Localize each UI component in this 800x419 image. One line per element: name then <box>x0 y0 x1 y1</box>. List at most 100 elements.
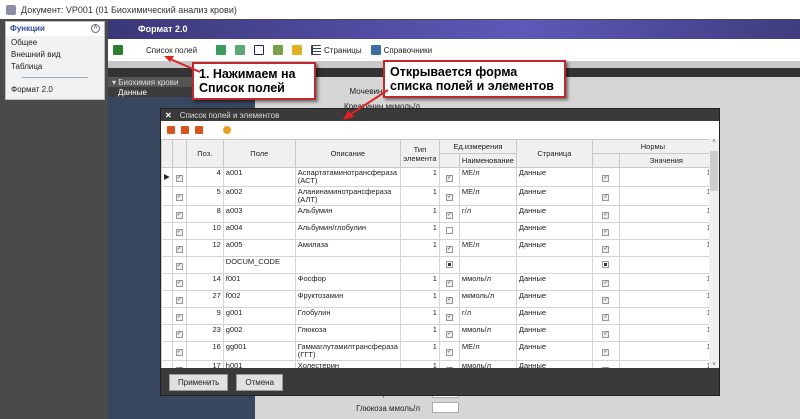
cell-field[interactable]: gg001 <box>223 342 295 361</box>
apply-button[interactable]: Применить <box>169 374 228 391</box>
cell-unit[interactable]: МЕ/л <box>459 168 516 187</box>
save-icon[interactable] <box>113 45 123 55</box>
table-row[interactable]: ✓ DOCUM_CODE <box>162 257 714 274</box>
cell-page[interactable]: Данные <box>516 342 592 361</box>
col-desc[interactable]: Описание <box>295 140 400 168</box>
scroll-thumb[interactable] <box>710 151 718 191</box>
row-checkbox[interactable]: ✓ <box>172 308 186 325</box>
cell-norm[interactable]: 1 <box>619 291 713 308</box>
unit-checkbox[interactable]: ✓ <box>439 274 459 291</box>
cell-field[interactable]: DOCUM_CODE <box>223 257 295 274</box>
norm-checkbox[interactable]: ✓ <box>592 274 619 291</box>
row-checkbox[interactable]: ✓ <box>172 274 186 291</box>
col-norm-values[interactable]: Значения <box>619 154 713 168</box>
cell-desc[interactable]: Альбумин/глобулин <box>295 223 400 240</box>
cell-desc[interactable]: Фруктозамин <box>295 291 400 308</box>
cell-page[interactable]: Данные <box>516 168 592 187</box>
field-list-button[interactable]: Список полей <box>146 46 197 55</box>
cell-page[interactable]: Данные <box>516 223 592 240</box>
cell-type[interactable]: 1 <box>400 308 439 325</box>
col-unit-name[interactable]: Наименование <box>459 154 516 168</box>
menu-item-table[interactable]: Таблица <box>6 60 104 72</box>
grid-icon[interactable] <box>273 45 283 55</box>
unit-checkbox[interactable]: ✓ <box>439 291 459 308</box>
unit-checkbox[interactable]: ✓ <box>439 342 459 361</box>
functions-header[interactable]: Функции˄ <box>6 22 104 36</box>
cell-unit[interactable]: мкмоль/л <box>459 291 516 308</box>
row-checkbox[interactable]: ✓ <box>172 342 186 361</box>
unit-checkbox[interactable] <box>439 223 459 240</box>
cell-pos[interactable]: 14 <box>186 274 223 291</box>
cell-pos[interactable]: 27 <box>186 291 223 308</box>
cell-type[interactable]: 1 <box>400 206 439 223</box>
cell-page[interactable]: Данные <box>516 361 592 369</box>
cell-page[interactable] <box>516 257 592 274</box>
cell-field[interactable]: a001 <box>223 168 295 187</box>
cell-pos[interactable]: 17 <box>186 361 223 369</box>
norm-checkbox[interactable]: ✓ <box>592 308 619 325</box>
row-checkbox[interactable]: ✓ <box>172 187 186 206</box>
cell-pos[interactable]: 23 <box>186 325 223 342</box>
cell-field[interactable]: f001 <box>223 274 295 291</box>
row-checkbox[interactable]: ✓ <box>172 361 186 369</box>
cell-type[interactable]: 1 <box>400 361 439 369</box>
col-type[interactable]: Тип элемента <box>400 140 439 168</box>
cell-norm[interactable]: 1 <box>619 240 713 257</box>
row-checkbox[interactable]: ✓ <box>172 240 186 257</box>
unit-checkbox[interactable]: ✓ <box>439 240 459 257</box>
cell-unit[interactable]: г/л <box>459 308 516 325</box>
unit-checkbox[interactable]: ✓ <box>439 308 459 325</box>
unit-checkbox[interactable]: ✓ <box>439 168 459 187</box>
cell-unit[interactable]: МЕ/л <box>459 240 516 257</box>
cell-norm[interactable]: 1 <box>619 325 713 342</box>
cell-type[interactable]: 1 <box>400 325 439 342</box>
delete-icon[interactable] <box>195 126 203 134</box>
table-row[interactable]: ✓ 27 f002 Фруктозамин 1 ✓ мкмоль/л Данны… <box>162 291 714 308</box>
cell-desc[interactable]: Глобулин <box>295 308 400 325</box>
cell-page[interactable]: Данные <box>516 325 592 342</box>
cell-unit[interactable]: МЕ/л <box>459 187 516 206</box>
row-checkbox[interactable]: ✓ <box>172 257 186 274</box>
table-row[interactable]: ▶ ✓ 4 a001 Аспартатаминотрансфераза (АСТ… <box>162 168 714 187</box>
cell-type[interactable]: 1 <box>400 342 439 361</box>
cell-pos[interactable] <box>186 257 223 274</box>
form-input[interactable] <box>432 402 459 413</box>
norm-checkbox[interactable]: ✓ <box>592 168 619 187</box>
cell-pos[interactable]: 5 <box>186 187 223 206</box>
cell-pos[interactable]: 4 <box>186 168 223 187</box>
menu-item-general[interactable]: Общее <box>6 36 104 48</box>
menu-item-format[interactable]: Формат 2.0 <box>6 83 104 95</box>
cell-page[interactable]: Данные <box>516 291 592 308</box>
cell-norm[interactable] <box>619 257 713 274</box>
table-row[interactable]: ✓ 17 h001 Холестерин 1 ✓ ммоль/л Данные … <box>162 361 714 369</box>
cell-desc[interactable] <box>295 257 400 274</box>
unit-checkbox[interactable] <box>439 257 459 274</box>
row-checkbox[interactable]: ✓ <box>172 325 186 342</box>
cell-field[interactable]: a002 <box>223 187 295 206</box>
cell-norm[interactable]: 1 <box>619 187 713 206</box>
cell-desc[interactable]: Альбумин <box>295 206 400 223</box>
norm-checkbox[interactable]: ✓ <box>592 291 619 308</box>
cell-unit[interactable] <box>459 223 516 240</box>
norm-checkbox[interactable]: ✓ <box>592 240 619 257</box>
table-row[interactable]: ✓ 9 g001 Глобулин 1 ✓ г/л Данные ✓ 1 <box>162 308 714 325</box>
cell-desc[interactable]: Амилаза <box>295 240 400 257</box>
cell-norm[interactable]: 1 <box>619 223 713 240</box>
norm-checkbox[interactable]: ✓ <box>592 361 619 369</box>
table-row[interactable]: ✓ 12 a005 Амилаза 1 ✓ МЕ/л Данные ✓ 1 <box>162 240 714 257</box>
cell-field[interactable]: h001 <box>223 361 295 369</box>
cell-type[interactable]: 1 <box>400 240 439 257</box>
cell-page[interactable]: Данные <box>516 240 592 257</box>
cell-norm[interactable]: 1 <box>619 361 713 369</box>
col-field[interactable]: Поле <box>223 140 295 168</box>
cell-field[interactable]: a003 <box>223 206 295 223</box>
cell-pos[interactable]: 9 <box>186 308 223 325</box>
cell-unit[interactable] <box>459 257 516 274</box>
norm-checkbox[interactable]: ✓ <box>592 187 619 206</box>
xml-icon[interactable] <box>254 45 264 55</box>
table-row[interactable]: ✓ 8 a003 Альбумин 1 ✓ г/л Данные ✓ 1 <box>162 206 714 223</box>
cell-pos[interactable]: 16 <box>186 342 223 361</box>
close-icon[interactable]: ✕ <box>165 111 172 120</box>
cell-desc[interactable]: Фосфор <box>295 274 400 291</box>
cell-page[interactable]: Данные <box>516 187 592 206</box>
